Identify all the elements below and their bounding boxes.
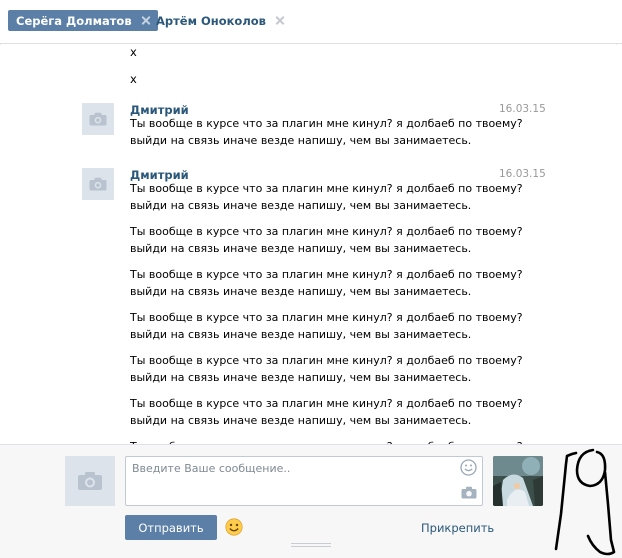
tab-label: Серёга Долматов [16, 13, 132, 28]
avatar[interactable] [82, 168, 114, 200]
messenger-window: Серёга Долматов Артём Оноколов x x Дмитрий… [0, 0, 622, 558]
message-date: 16.03.15 [499, 103, 546, 115]
camera-icon[interactable] [461, 486, 477, 499]
message-date: 16.03.15 [499, 168, 546, 180]
attached-photo-thumbnail[interactable] [493, 456, 543, 506]
message-text: Ты вообще в курсе что за плагин мне кину… [130, 225, 523, 238]
message-text: выйди на связь иначе везде напишу, чем в… [130, 285, 472, 298]
message-history[interactable]: x x Дмитрий 16.03.15 Ты вообще в курсе что з… [0, 45, 618, 444]
message-text: выйди на связь иначе везде напишу, чем в… [130, 199, 472, 212]
emoji-icon[interactable] [225, 518, 243, 536]
message-text: выйди на связь иначе везде напишу, чем в… [130, 414, 472, 427]
composer: Введите Ваше сообщение.. Отправить Прикр… [0, 444, 622, 558]
close-icon[interactable] [273, 14, 286, 27]
message-text: Ты вообще в курсе что за плагин мне кину… [130, 311, 523, 324]
smile-icon[interactable] [460, 459, 477, 476]
dialog-tabs: Серёга Долматов Артём Оноколов [0, 0, 622, 44]
message-text: Ты вообще в курсе что за плагин мне кину… [130, 117, 523, 130]
send-button-label: Отправить [138, 520, 204, 535]
send-button[interactable]: Отправить [125, 515, 217, 540]
tab-inactive[interactable]: Артём Оноколов [150, 10, 292, 31]
attach-label: Прикрепить [421, 521, 495, 535]
message-text: x [130, 72, 137, 86]
message-input[interactable]: Введите Ваше сообщение.. [125, 456, 483, 506]
message-text: выйди на связь иначе везде напишу, чем в… [130, 328, 472, 341]
message-text: Ты вообще в курсе что за плагин мне кину… [130, 397, 523, 410]
message-text: выйди на связь иначе везде напишу, чем в… [130, 242, 472, 255]
camera-icon [89, 112, 107, 126]
avatar[interactable] [82, 103, 114, 135]
message-text: выйди на связь иначе везде напишу, чем в… [130, 371, 472, 384]
resize-handle[interactable] [291, 543, 331, 550]
message-placeholder: Введите Ваше сообщение.. [132, 462, 291, 475]
camera-icon [89, 177, 107, 191]
message-text: Ты вообще в курсе что за плагин мне кину… [130, 182, 523, 195]
camera-icon [78, 472, 102, 490]
message-text: Ты вообще в курсе что за плагин мне кину… [130, 354, 523, 367]
message-text: выйди на связь иначе везде напишу, чем в… [130, 134, 472, 147]
message-text: x [130, 45, 137, 59]
tab-active[interactable]: Серёга Долматов [8, 10, 158, 31]
attach-link[interactable]: Прикрепить [421, 521, 494, 535]
tab-label: Артём Оноколов [156, 13, 266, 28]
my-avatar [65, 456, 115, 506]
message-text: Ты вообще в курсе что за плагин мне кину… [130, 268, 523, 281]
